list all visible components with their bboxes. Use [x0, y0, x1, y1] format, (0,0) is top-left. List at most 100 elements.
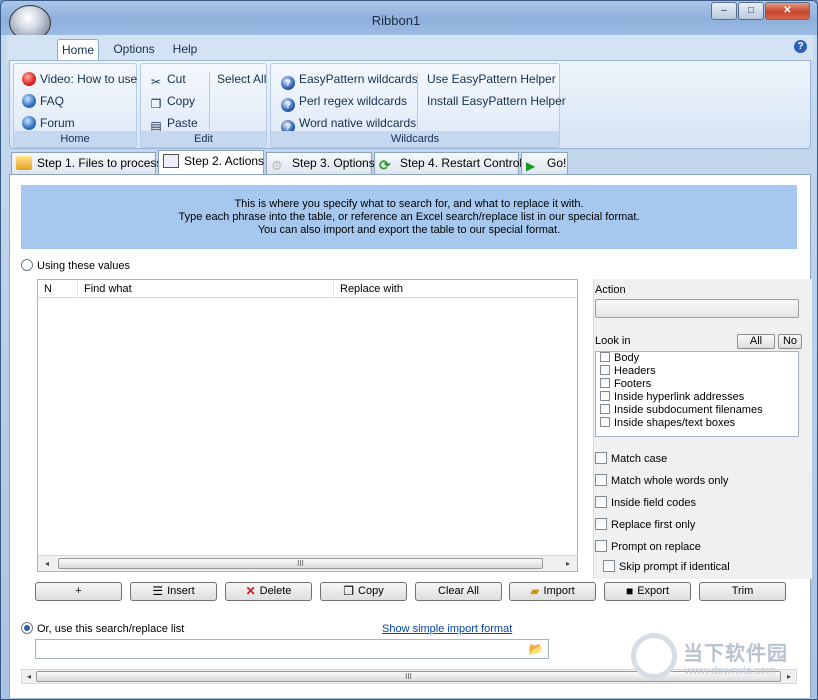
look-in-shapes[interactable]: Inside shapes/text boxes: [596, 417, 798, 430]
maximize-button[interactable]: □: [738, 2, 764, 20]
tab-step3-options[interactable]: ⚙ Step 3. Options: [266, 152, 375, 174]
checkbox: [595, 452, 607, 464]
checkbox: [595, 518, 607, 530]
group-wildcards: ? EasyPattern wildcards ? Perl regex wildc…: [270, 63, 566, 148]
open-folder-icon: ▰: [530, 584, 540, 598]
copy-button[interactable]: ❐ Copy: [320, 582, 407, 601]
insert-button[interactable]: ☰ Insert: [130, 582, 217, 601]
scissors-icon: ✂: [150, 75, 162, 89]
folder-icon: [16, 156, 32, 170]
install-easypattern-helper-button[interactable]: Install EasyPattern Helper: [427, 92, 566, 110]
action-dropdown[interactable]: [595, 299, 799, 318]
skip-prompt-checkbox[interactable]: Skip prompt if identical: [603, 560, 730, 574]
cut-button[interactable]: ✂ Cut: [149, 70, 186, 89]
options-pane: Action Look in All No Body Headers Foote…: [593, 279, 812, 579]
globe-icon: [22, 116, 36, 130]
copy-icon: ❐: [343, 584, 355, 598]
column-header-find-what[interactable]: Find what: [78, 280, 334, 298]
refresh-icon: ⟳: [379, 157, 391, 173]
info-line-3: You can also import and export the table…: [257, 224, 561, 236]
copy-ribbon-button[interactable]: ❐ Copy: [149, 92, 195, 111]
tab-go[interactable]: ▶ Go!: [521, 152, 568, 174]
save-disk-icon: ■: [625, 584, 634, 598]
minimize-button[interactable]: –: [711, 2, 737, 20]
forum-button[interactable]: Forum: [22, 114, 75, 132]
watermark-url: www.downxia.com: [685, 665, 776, 677]
radio-unselected: [21, 259, 33, 271]
look-in-footers[interactable]: Footers: [596, 378, 798, 391]
easypattern-wildcards-button[interactable]: ? EasyPattern wildcards: [281, 70, 418, 90]
clear-all-button[interactable]: Clear All: [415, 582, 502, 601]
trim-button[interactable]: Trim: [699, 582, 786, 601]
search-replace-table[interactable]: N Find what Replace with ◂ III ▸: [37, 279, 578, 572]
app-window: Ribbon1 – □ ✕ Home Options Help ? Video:…: [0, 0, 818, 700]
inside-field-codes-checkbox[interactable]: Inside field codes: [595, 496, 696, 510]
checkbox: [595, 474, 607, 486]
question-icon: ?: [281, 98, 295, 112]
tab-home[interactable]: Home: [57, 39, 99, 61]
look-in-body[interactable]: Body: [596, 352, 798, 365]
use-list-radio[interactable]: Or, use this search/replace list: [21, 622, 184, 635]
import-button[interactable]: ▰ Import: [509, 582, 596, 601]
scroll-right-arrow-icon[interactable]: ▸: [563, 558, 573, 569]
look-in-all-button[interactable]: All: [737, 334, 775, 349]
scroll-left-arrow-icon[interactable]: ◂: [24, 671, 34, 682]
group-label-home: Home: [14, 131, 136, 147]
scroll-left-arrow-icon[interactable]: ◂: [42, 558, 52, 569]
video-play-icon: [22, 72, 36, 86]
look-in-hyperlinks[interactable]: Inside hyperlink addresses: [596, 391, 798, 404]
tab-help[interactable]: Help: [167, 39, 203, 61]
radio-selected: [21, 622, 33, 634]
look-in-none-button[interactable]: No: [778, 334, 802, 349]
table-header: N Find what Replace with: [38, 280, 577, 298]
tab-step2-actions[interactable]: Step 2. Actions: [158, 150, 264, 174]
group-separator: [209, 72, 210, 130]
checkbox: [603, 560, 615, 572]
actions-panel: This is where you specify what to search…: [9, 174, 812, 698]
globe-icon: [22, 94, 36, 108]
close-button[interactable]: ✕: [765, 2, 810, 20]
info-line-2: Type each phrase into the table, or refe…: [178, 211, 640, 223]
window-title: Ribbon1: [371, 13, 421, 28]
column-header-n[interactable]: N: [38, 280, 78, 298]
export-button[interactable]: ■ Export: [604, 582, 691, 601]
tab-step1-files[interactable]: Step 1. Files to process: [11, 152, 162, 174]
question-icon: ?: [281, 76, 295, 90]
faq-button[interactable]: FAQ: [22, 92, 64, 110]
browse-folder-icon[interactable]: 📂: [526, 641, 546, 657]
look-in-subdocuments[interactable]: Inside subdocument filenames: [596, 404, 798, 417]
column-header-replace-with[interactable]: Replace with: [334, 280, 577, 298]
use-easypattern-helper-button[interactable]: Use EasyPattern Helper: [427, 70, 556, 88]
delete-button[interactable]: ✕ Delete: [225, 582, 312, 601]
search-replace-list-path-input[interactable]: 📂: [35, 639, 549, 659]
video-how-to-use-button[interactable]: Video: How to use: [22, 70, 137, 88]
prompt-on-replace-checkbox[interactable]: Prompt on replace: [595, 540, 701, 554]
word-native-wildcards-button[interactable]: ? Word native wildcards: [281, 114, 416, 134]
checkbox: [600, 365, 610, 375]
insert-row-icon: ☰: [152, 584, 164, 598]
group-separator: [417, 72, 418, 130]
group-edit: ✂ Cut ❐ Copy ▤ Paste Select All Edit: [140, 63, 267, 148]
add-row-button[interactable]: +: [35, 582, 122, 601]
using-values-radio[interactable]: Using these values: [21, 259, 130, 272]
perl-regex-wildcards-button[interactable]: ? Perl regex wildcards: [281, 92, 407, 112]
tab-step4-restart[interactable]: ⟳ Step 4. Restart Control: [374, 152, 522, 174]
paste-button[interactable]: ▤ Paste: [149, 114, 197, 133]
table-horizontal-scrollbar[interactable]: ◂ III ▸: [38, 555, 577, 571]
watermark-logo-icon: [631, 633, 677, 679]
scroll-thumb[interactable]: III: [58, 558, 543, 569]
replace-first-only-checkbox[interactable]: Replace first only: [595, 518, 695, 532]
checkbox: [600, 417, 610, 427]
action-label: Action: [595, 284, 626, 296]
select-all-button[interactable]: Select All: [217, 70, 266, 88]
tab-options[interactable]: Options: [109, 39, 159, 61]
watermark: 当下软件园 www.downxia.com: [631, 631, 806, 686]
help-icon[interactable]: ?: [794, 40, 807, 53]
look-in-headers[interactable]: Headers: [596, 365, 798, 378]
match-whole-words-checkbox[interactable]: Match whole words only: [595, 474, 728, 488]
show-import-format-link[interactable]: Show simple import format: [382, 623, 512, 635]
ribbon-tab-row: Home Options Help ?: [7, 35, 813, 61]
match-case-checkbox[interactable]: Match case: [595, 452, 667, 466]
watermark-text: 当下软件园: [683, 643, 788, 665]
checkbox: [600, 352, 610, 362]
